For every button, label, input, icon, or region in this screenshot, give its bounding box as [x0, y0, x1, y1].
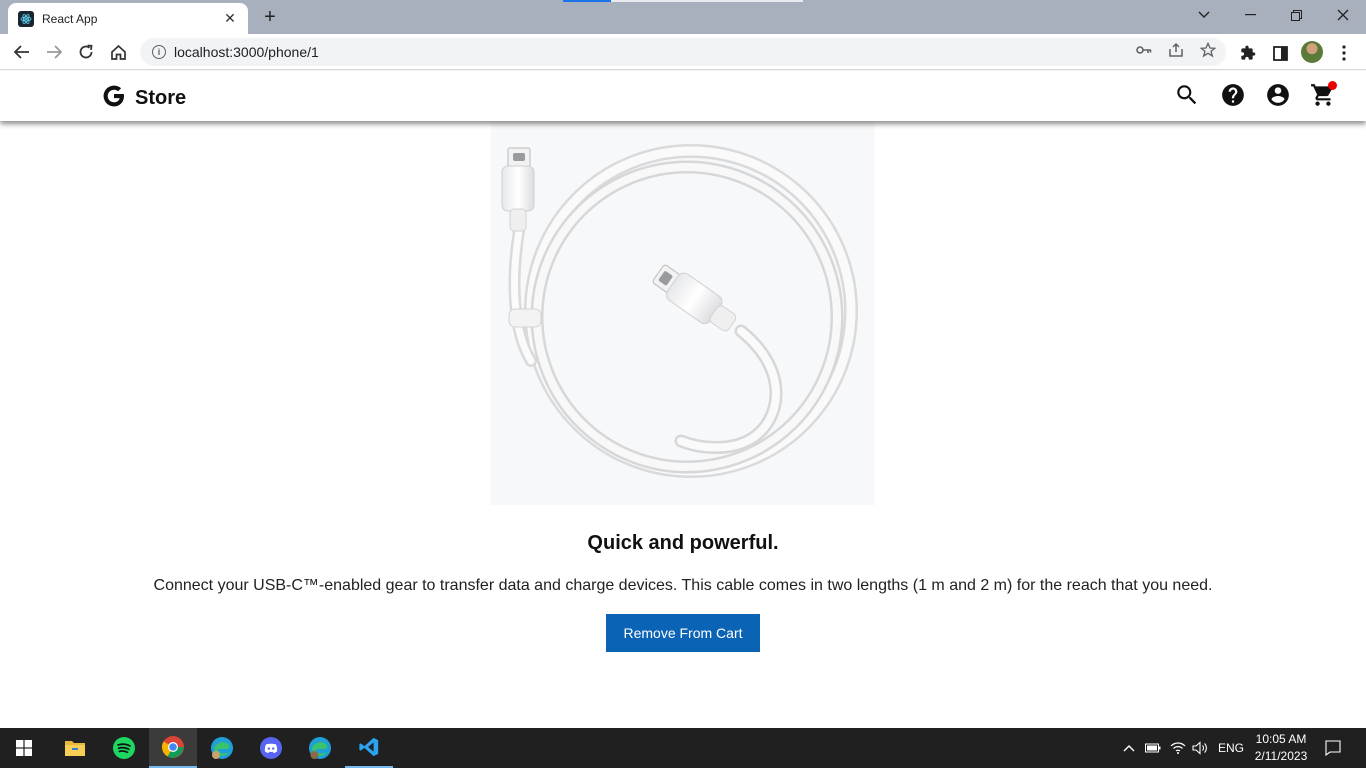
back-arrow-icon[interactable]: [9, 39, 35, 65]
profile-avatar[interactable]: [1301, 41, 1323, 63]
tab-search-icon[interactable]: [1181, 0, 1227, 30]
wifi-icon[interactable]: [1168, 728, 1188, 768]
forward-arrow-icon[interactable]: [41, 39, 67, 65]
loading-track: [611, 0, 803, 2]
language-indicator[interactable]: ENG: [1214, 728, 1248, 768]
file-explorer-icon[interactable]: [51, 728, 99, 768]
spotify-icon[interactable]: [100, 728, 148, 768]
react-favicon-icon: [18, 10, 34, 27]
product-image: [491, 121, 875, 505]
chrome-icon[interactable]: [149, 728, 197, 768]
browser-toolbar: i localhost:3000/phone/1: [0, 34, 1366, 70]
extensions-puzzle-icon[interactable]: [1237, 42, 1259, 64]
home-icon[interactable]: [105, 39, 131, 65]
windows-taskbar: ENG 10:05 AM 2/11/2023: [0, 728, 1366, 768]
vscode-icon[interactable]: [345, 728, 393, 768]
edge-profile-icon[interactable]: [198, 728, 246, 768]
discord-icon[interactable]: [247, 728, 295, 768]
volume-icon[interactable]: [1190, 728, 1210, 768]
search-icon[interactable]: [1174, 82, 1200, 108]
tab-title: React App: [42, 11, 98, 26]
system-clock[interactable]: 10:05 AM 2/11/2023: [1250, 731, 1312, 765]
store-header: Store: [0, 71, 1366, 121]
reload-icon[interactable]: [73, 39, 99, 65]
bookmark-star-icon[interactable]: [1199, 41, 1217, 59]
product-headline: Quick and powerful.: [587, 532, 779, 554]
clock-time: 10:05 AM: [1255, 732, 1307, 746]
google-logo-icon[interactable]: [102, 84, 126, 108]
close-window-icon[interactable]: [1320, 0, 1366, 30]
new-tab-button[interactable]: +: [258, 6, 282, 28]
tab-close-icon[interactable]: ✕: [222, 10, 238, 27]
share-icon[interactable]: [1167, 41, 1185, 59]
cart-badge: [1328, 81, 1337, 90]
notification-icon[interactable]: [1322, 728, 1344, 768]
address-bar[interactable]: i localhost:3000/phone/1: [140, 38, 1226, 66]
account-icon[interactable]: [1265, 82, 1291, 108]
browser-tab[interactable]: React App ✕: [8, 3, 248, 34]
windows-start-icon[interactable]: [0, 728, 48, 768]
battery-icon[interactable]: [1143, 728, 1163, 768]
browser-tab-bar: React App ✕ +: [0, 0, 1366, 34]
remove-from-cart-button[interactable]: Remove From Cart: [606, 614, 760, 652]
browser-menu-icon[interactable]: [1333, 42, 1355, 64]
product-description: Connect your USB-C™-enabled gear to tran…: [153, 577, 1213, 594]
clock-date: 2/11/2023: [1254, 749, 1308, 763]
edge-icon[interactable]: [296, 728, 344, 768]
help-icon[interactable]: [1220, 82, 1246, 108]
restore-icon[interactable]: [1273, 0, 1319, 30]
tray-chevron-up-icon[interactable]: [1120, 728, 1138, 768]
store-title[interactable]: Store: [135, 87, 186, 110]
shopping-cart-icon[interactable]: [1310, 81, 1337, 108]
url-text: localhost:3000/phone/1: [174, 44, 319, 60]
password-key-icon[interactable]: [1135, 41, 1153, 59]
side-panel-icon[interactable]: [1269, 42, 1291, 64]
site-info-icon[interactable]: i: [152, 45, 166, 59]
loading-indicator: [563, 0, 611, 2]
minimize-icon[interactable]: [1227, 0, 1273, 30]
